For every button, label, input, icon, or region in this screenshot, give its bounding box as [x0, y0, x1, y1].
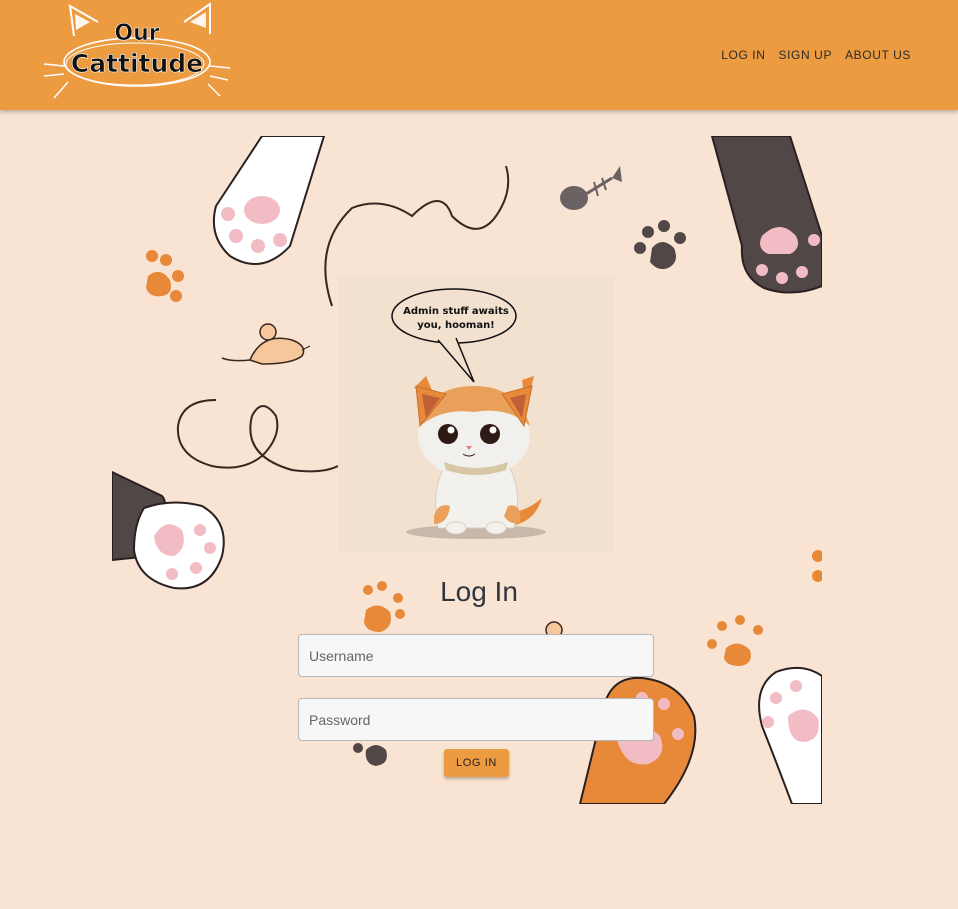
nav-login-link[interactable]: LOG IN — [721, 48, 765, 62]
cat-paw-icon — [710, 136, 822, 294]
fish-bone-icon — [560, 166, 622, 210]
paw-print-icon — [634, 220, 686, 270]
cat-paw-icon — [112, 470, 225, 590]
paw-print-icon — [146, 250, 184, 302]
toy-mouse-icon — [221, 323, 311, 365]
paw-print-icon — [353, 743, 387, 766]
password-input[interactable] — [298, 698, 654, 741]
logo-line1: Our — [114, 21, 159, 46]
nav-signup-link[interactable]: SIGN UP — [779, 48, 833, 62]
paw-print-icon — [707, 615, 763, 666]
username-input[interactable] — [298, 634, 654, 677]
speech-line2: you, hooman! — [417, 320, 495, 331]
cat-paw-icon — [758, 666, 822, 804]
cat-paw-icon — [212, 136, 326, 265]
nav-about-link[interactable]: ABOUT US — [845, 48, 911, 62]
kitten-illustration: Admin stuff awaits you, hooman! — [391, 288, 546, 539]
kitten-hero-image: Admin stuff awaits you, hooman! — [338, 276, 614, 552]
login-submit-button[interactable]: LOG IN — [444, 749, 509, 777]
logo-line2: Cattitude — [71, 49, 203, 78]
site-header: Our Cattitude LOG IN SIGN UP ABOUT US — [0, 0, 958, 110]
main-nav: LOG IN SIGN UP ABOUT US — [721, 48, 911, 62]
speech-line1: Admin stuff awaits — [403, 306, 509, 317]
page-title: Log In — [440, 576, 518, 607]
logo[interactable]: Our Cattitude — [40, 0, 240, 104]
